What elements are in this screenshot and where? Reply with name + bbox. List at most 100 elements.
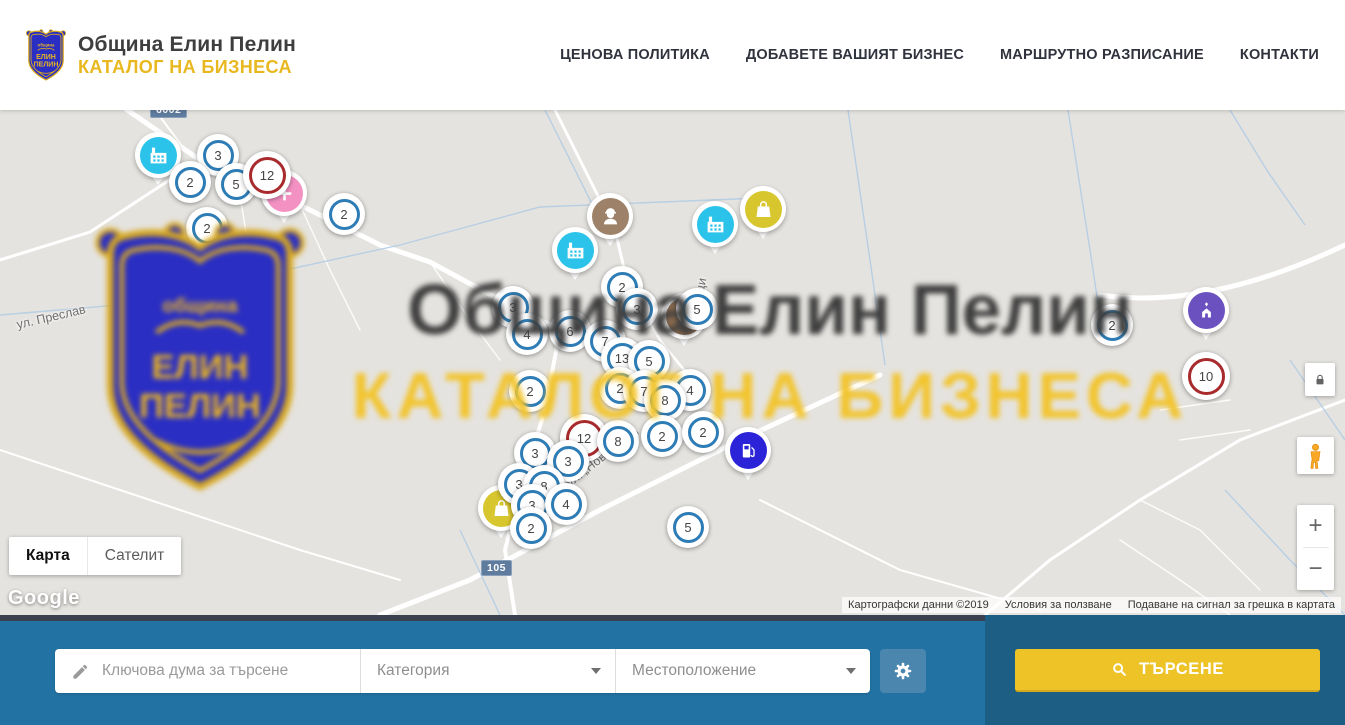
category-select[interactable]: Категория [360, 649, 615, 693]
cluster-ring: 2 [1097, 310, 1128, 341]
markers-layer: 23251222233546713522748128223338342510 [0, 110, 1345, 615]
map-attribution: Картографски данни ©2019 Условия за полз… [842, 597, 1341, 613]
cluster-ring: 3 [622, 294, 653, 325]
shopping-bag-marker-pin[interactable] [740, 186, 786, 246]
site-subtitle: КАТАЛОГ НА БИЗНЕСА [78, 57, 296, 77]
page: община ЕЛИН ПЕЛИН Община Елин Пелин КАТА… [0, 0, 1345, 725]
nav-pricing-policy[interactable]: ЦЕНОВА ПОЛИТИКА [560, 47, 710, 63]
factory-marker-pin[interactable] [552, 227, 598, 287]
cluster-count: 8 [661, 393, 668, 408]
cluster-count: 3 [214, 148, 221, 163]
chevron-down-icon [591, 668, 601, 674]
cluster-marker[interactable]: 2 [509, 370, 551, 412]
street-view-pegman-button[interactable] [1297, 437, 1334, 474]
brand[interactable]: община ЕЛИН ПЕЛИН Община Елин Пелин КАТА… [24, 27, 296, 84]
cluster-marker[interactable]: 2 [510, 507, 552, 549]
cluster-count: 2 [527, 521, 534, 536]
map-type-satellite-button[interactable]: Сателит [87, 537, 181, 575]
cluster-marker[interactable]: 2 [682, 411, 724, 453]
cluster-marker[interactable]: 2 [323, 193, 365, 235]
shopping-bag-icon [753, 199, 774, 220]
cluster-marker[interactable]: 4 [545, 483, 587, 525]
cluster-marker[interactable]: 12 [243, 151, 291, 199]
cluster-count: 3 [633, 302, 640, 317]
pin-disc [725, 427, 771, 473]
cluster-ring: 2 [647, 421, 678, 452]
cluster-count: 4 [562, 497, 569, 512]
lock-icon [1313, 372, 1327, 388]
map-canvas[interactable]: ул. Преславбул. „Новоселцици6002105 2325… [0, 110, 1345, 615]
attribution-report-error-link[interactable]: Подаване на сигнал за грешка в картата [1128, 599, 1335, 611]
search-submit-button[interactable]: ТЪРСЕНЕ [1015, 649, 1320, 692]
cluster-count: 5 [693, 302, 700, 317]
cluster-ring: 2 [192, 213, 223, 244]
nav-route-schedule[interactable]: МАРШРУТНО РАЗПИСАНИЕ [1000, 47, 1204, 63]
cluster-count: 2 [186, 175, 193, 190]
cluster-marker[interactable]: 3 [616, 288, 658, 330]
cluster-ring: 2 [175, 167, 206, 198]
attribution-copyright: Картографски данни ©2019 [848, 599, 989, 611]
lock-button[interactable] [1305, 363, 1335, 396]
fuel-marker-pin[interactable] [725, 427, 771, 487]
municipality-crest-icon: община ЕЛИН ПЕЛИН [24, 27, 68, 84]
cluster-ring: 12 [249, 157, 286, 194]
brand-text: Община Елин Пелин КАТАЛОГ НА БИЗНЕСА [78, 33, 296, 77]
pin-disc [552, 227, 598, 273]
cluster-marker[interactable]: 4 [506, 313, 548, 355]
cluster-marker[interactable]: 2 [641, 415, 683, 457]
keyword-search-input[interactable] [100, 661, 360, 681]
crest-name-2: ПЕЛИН [34, 61, 59, 68]
zoom-in-button[interactable]: + [1297, 505, 1334, 547]
map-type-map-button[interactable]: Карта [9, 537, 87, 575]
cluster-marker[interactable]: 5 [667, 506, 709, 548]
nav-add-business[interactable]: ДОБАВЕТЕ ВАШИЯТ БИЗНЕС [746, 47, 964, 63]
cluster-count: 5 [232, 177, 239, 192]
map-type-control: Карта Сателит [9, 537, 181, 575]
cluster-marker[interactable]: 10 [1182, 352, 1230, 400]
cluster-ring: 2 [329, 199, 360, 230]
cluster-count: 4 [523, 327, 530, 342]
cluster-marker[interactable]: 2 [169, 161, 211, 203]
pin-inner-circle [697, 206, 734, 243]
search-submit-label: ТЪРСЕНЕ [1139, 660, 1224, 679]
factory-icon [565, 240, 586, 261]
factory-marker-pin[interactable] [692, 201, 738, 261]
pegman-icon [1302, 442, 1329, 469]
crest-town-word: община [38, 42, 55, 47]
cluster-ring: 4 [512, 319, 543, 350]
factory-icon [148, 145, 169, 166]
cluster-marker[interactable]: 2 [1091, 304, 1133, 346]
cluster-ring: 2 [688, 417, 719, 448]
location-select-label: Местоположение [632, 662, 756, 680]
church-icon [1196, 300, 1217, 321]
cluster-marker[interactable]: 2 [186, 207, 228, 249]
cluster-marker[interactable]: 5 [676, 288, 718, 330]
cluster-ring: 5 [682, 294, 713, 325]
pin-inner-circle [557, 232, 594, 269]
advanced-search-button[interactable] [880, 649, 926, 693]
cluster-count: 2 [699, 425, 706, 440]
main-nav: ЦЕНОВА ПОЛИТИКА ДОБАВЕТЕ ВАШИЯТ БИЗНЕС М… [560, 47, 1319, 63]
cluster-ring: 2 [515, 376, 546, 407]
nav-contacts[interactable]: КОНТАКТИ [1240, 47, 1319, 63]
chevron-down-icon [846, 668, 856, 674]
header: община ЕЛИН ПЕЛИН Община Елин Пелин КАТА… [0, 0, 1345, 110]
cluster-count: 5 [645, 354, 652, 369]
cluster-count: 12 [260, 168, 274, 183]
cluster-count: 13 [615, 351, 629, 366]
cluster-count: 8 [614, 434, 621, 449]
pin-inner-circle [730, 432, 767, 469]
cluster-count: 4 [686, 383, 693, 398]
church-marker-pin[interactable] [1183, 287, 1229, 347]
attribution-terms-link[interactable]: Условия за ползване [1005, 599, 1112, 611]
cluster-ring: 5 [673, 512, 704, 543]
gear-icon [892, 660, 914, 682]
cluster-ring: 2 [516, 513, 547, 544]
zoom-out-button[interactable]: − [1297, 548, 1334, 590]
cluster-count: 5 [684, 520, 691, 535]
google-logo[interactable]: Google [8, 587, 80, 610]
cluster-count: 2 [340, 207, 347, 222]
location-select[interactable]: Местоположение [615, 649, 870, 693]
cluster-marker[interactable]: 8 [597, 420, 639, 462]
search-icon [1111, 661, 1128, 678]
